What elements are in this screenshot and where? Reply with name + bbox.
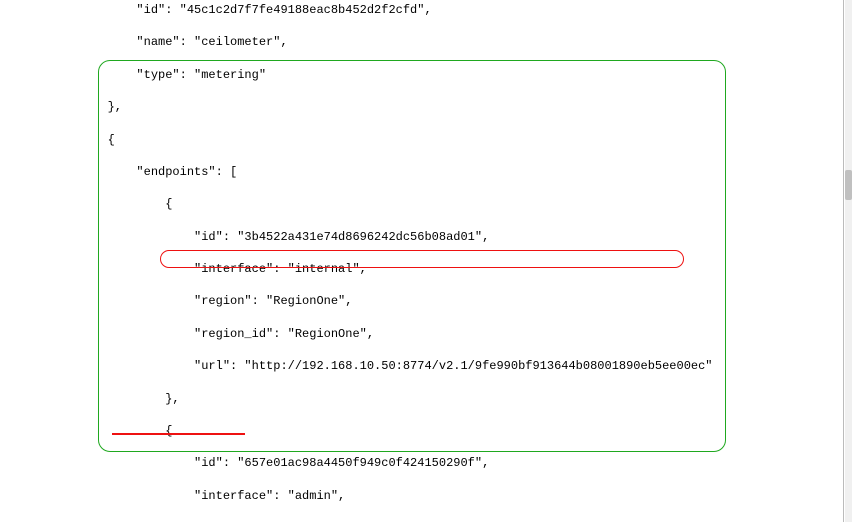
code-line: "name": "ceilometer",	[50, 34, 840, 50]
scrollbar-thumb[interactable]	[845, 170, 852, 200]
code-line: {	[50, 196, 840, 212]
code-line: "region": "RegionOne",	[50, 293, 840, 309]
code-line: "id": "3b4522a431e74d8696242dc56b08ad01"…	[50, 229, 840, 245]
code-line: "endpoints": [	[50, 164, 840, 180]
right-border	[843, 0, 852, 522]
code-line: "id": "657e01ac98a4450f949c0f424150290f"…	[50, 455, 840, 471]
code-line: {	[50, 423, 840, 439]
code-line: "interface": "internal",	[50, 261, 840, 277]
code-line: },	[50, 99, 840, 115]
code-line: "id": "45c1c2d7f7fe49188eac8b452d2f2cfd"…	[50, 2, 840, 18]
json-output: "id": "45c1c2d7f7fe49188eac8b452d2f2cfd"…	[50, 2, 840, 522]
code-line: "region_id": "RegionOne",	[50, 326, 840, 342]
json-content-pane: "id": "45c1c2d7f7fe49188eac8b452d2f2cfd"…	[50, 0, 840, 522]
code-line: {	[50, 132, 840, 148]
code-line: },	[50, 391, 840, 407]
code-line: "url": "http://192.168.10.50:8774/v2.1/9…	[50, 358, 840, 374]
code-line: "type": "metering"	[50, 67, 840, 83]
code-line: "interface": "admin",	[50, 488, 840, 504]
scrollbar-track[interactable]	[845, 0, 852, 522]
